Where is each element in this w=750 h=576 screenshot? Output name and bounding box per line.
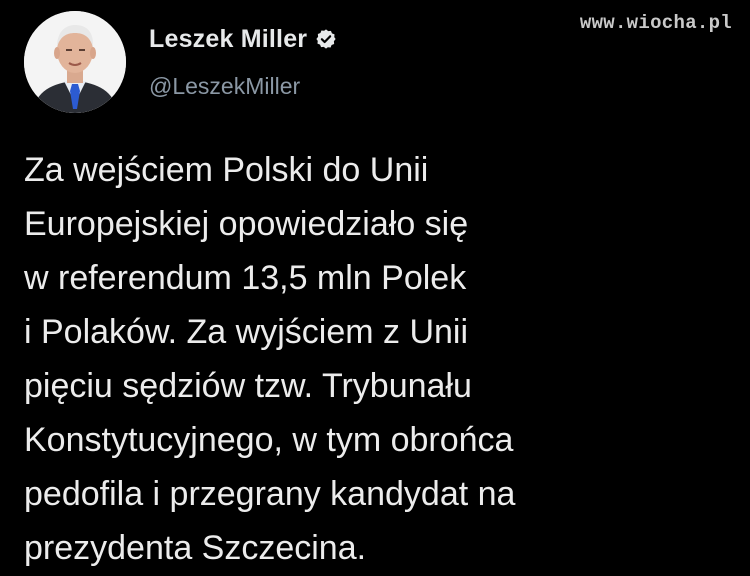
profile-photo-avatar — [24, 11, 126, 113]
author-name-row[interactable]: Leszek Miller — [149, 22, 337, 56]
tweet-card: Leszek Miller @LeszekMiller www.wiocha.p… — [0, 0, 750, 576]
author-display-name[interactable]: Leszek Miller — [149, 25, 307, 54]
avatar[interactable] — [24, 11, 126, 113]
tweet-text-line: i Polaków. Za wyjściem z Unii — [24, 313, 469, 351]
tweet-text-line: Konstytucyjnego, w tym obrońca — [24, 421, 514, 459]
tweet-text-line: Za wejściem Polski do Unii — [24, 151, 429, 189]
watermark-text: www.wiocha.pl — [579, 12, 732, 34]
tweet-text-line: pięciu sędziów tzw. Trybunału — [24, 367, 472, 405]
tweet-text-line: pedofila i przegrany kandydat na — [24, 475, 516, 513]
author-handle[interactable]: @LeszekMiller — [149, 73, 300, 100]
tweet-text-line: w referendum 13,5 mln Polek — [24, 259, 467, 297]
tweet-text-line: Europejskiej opowiedziało się — [24, 205, 469, 243]
verified-badge-icon — [315, 28, 337, 50]
tweet-text: Za wejściem Polski do Unii Europejskiej … — [24, 143, 724, 575]
tweet-text-line: prezydenta Szczecina. — [24, 529, 367, 567]
